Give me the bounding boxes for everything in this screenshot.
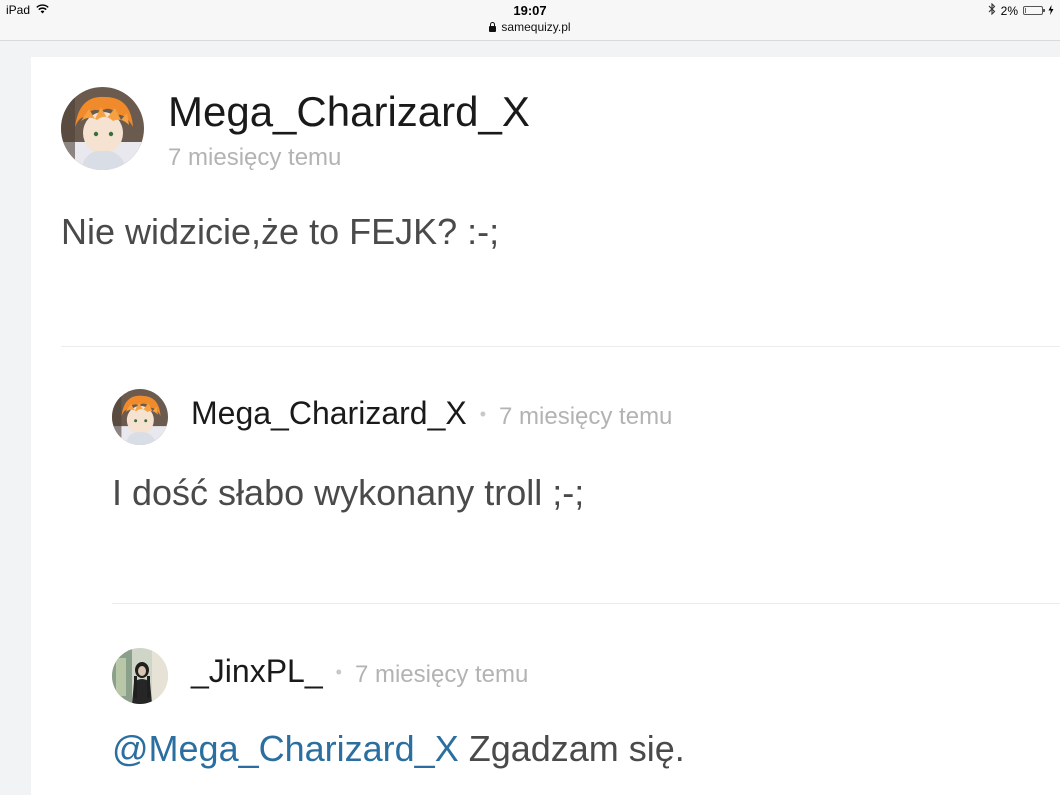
- user-mention-link[interactable]: @Mega_Charizard_X: [112, 728, 459, 769]
- divider: [112, 603, 1060, 604]
- comment-card: Mega_Charizard_X 7 miesięcy temu Nie wid…: [31, 57, 1060, 795]
- divider: [61, 346, 1060, 347]
- meta-separator: •: [479, 404, 487, 424]
- charging-icon: [1048, 4, 1054, 18]
- reply-text: I dość słabo wykonany troll ;-;: [112, 472, 585, 513]
- comment-author[interactable]: Mega_Charizard_X: [168, 87, 530, 137]
- address-bar[interactable]: samequizy.pl: [0, 20, 1060, 35]
- reply-timestamp: 7 miesięcy temu: [354, 661, 529, 688]
- reply-author[interactable]: Mega_Charizard_X: [191, 395, 467, 432]
- reply-meta: _JinxPL_ • 7 miesięcy temu: [191, 653, 528, 690]
- user-avatar-icon: [112, 389, 168, 445]
- comment-text: Nie widzicie,że to FEJK? :-;: [61, 211, 500, 252]
- status-bar-right: 2%: [988, 2, 1054, 18]
- avatar[interactable]: [112, 648, 168, 704]
- reply-author[interactable]: _JinxPL_: [191, 653, 323, 690]
- clock: 19:07: [513, 3, 547, 18]
- comment-timestamp: 7 miesięcy temu: [168, 144, 342, 171]
- meta-separator: •: [335, 662, 342, 682]
- status-bar: iPad 19:07 samequizy.pl 2%: [0, 0, 1060, 41]
- user-avatar-icon: [61, 87, 144, 170]
- avatar[interactable]: [61, 87, 144, 170]
- lock-icon: [489, 21, 497, 32]
- battery-icon: [1023, 6, 1045, 15]
- status-bar-center: 19:07 samequizy.pl: [0, 3, 1060, 35]
- reply-text-body: Zgadzam się.: [458, 728, 685, 769]
- battery-percent: 2%: [1000, 3, 1018, 18]
- reply-meta: Mega_Charizard_X • 7 miesięcy temu: [191, 395, 672, 432]
- avatar[interactable]: [112, 389, 168, 445]
- bluetooth-icon: [988, 2, 996, 18]
- reply-text: @Mega_Charizard_X Zgadzam się.: [112, 727, 685, 771]
- battery-level: [1025, 8, 1026, 13]
- user-avatar-icon: [112, 648, 168, 704]
- url-text[interactable]: samequizy.pl: [501, 20, 570, 35]
- reply-timestamp: 7 miesięcy temu: [499, 403, 673, 430]
